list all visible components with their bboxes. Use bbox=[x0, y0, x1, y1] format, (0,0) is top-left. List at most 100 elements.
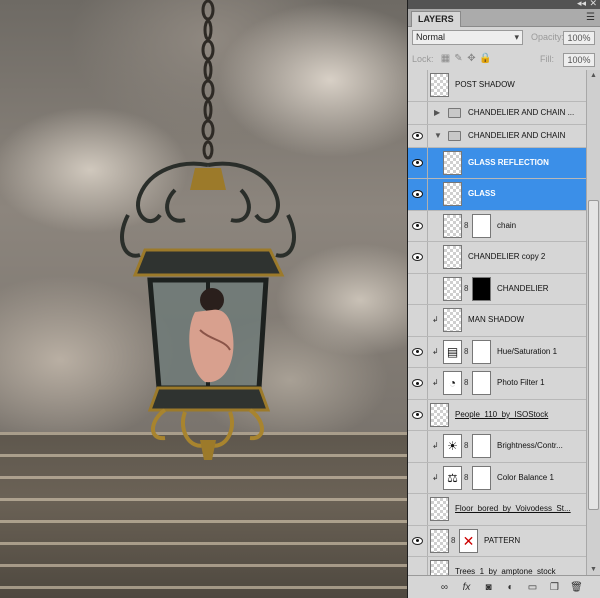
layer-photo-filter-1[interactable]: ↲ ◔ 8 Photo Filter 1 bbox=[408, 368, 586, 400]
visibility-toggle[interactable] bbox=[408, 147, 428, 178]
chandelier-artwork bbox=[120, 0, 296, 460]
document-canvas[interactable] bbox=[0, 0, 407, 598]
visibility-toggle[interactable] bbox=[408, 179, 428, 210]
lock-paint-icon[interactable]: ✎ bbox=[453, 53, 464, 64]
layer-glass[interactable]: GLASS bbox=[408, 179, 586, 211]
layer-thumbnail bbox=[430, 402, 449, 427]
layer-pattern[interactable]: 8 ✕ PATTERN bbox=[408, 525, 586, 557]
layers-list: POST SHADOW ▶ CHANDELIER AND CHAIN ... ▼… bbox=[408, 70, 586, 575]
visibility-toggle[interactable] bbox=[408, 305, 428, 336]
layer-people[interactable]: People_110_by_ISOStock bbox=[408, 399, 586, 431]
layers-panel: ◂◂ ✕ LAYERS ☰ Normal ▾ Opacity: 100% Loc… bbox=[407, 0, 600, 598]
trash-icon[interactable]: 🗑 bbox=[570, 581, 583, 594]
panel-title-strip: ◂◂ ✕ bbox=[408, 0, 600, 9]
visibility-toggle[interactable] bbox=[408, 101, 428, 124]
visibility-toggle[interactable] bbox=[408, 557, 428, 575]
tab-layers[interactable]: LAYERS bbox=[411, 11, 461, 27]
layer-mask-thumbnail[interactable] bbox=[472, 276, 491, 301]
collapse-arrow-icon[interactable]: ▼ bbox=[434, 131, 442, 140]
layers-footer: ∞ fx ◙ ◐ ▭ ❐ 🗑 bbox=[408, 575, 600, 598]
brightness-contrast-icon: ☀ bbox=[443, 434, 462, 459]
layer-brightness-contrast[interactable]: ↲ ☀ 8 Brightness/Contr... bbox=[408, 431, 586, 463]
visibility-toggle[interactable] bbox=[408, 124, 428, 147]
visibility-toggle[interactable] bbox=[408, 70, 428, 101]
fx-icon[interactable]: fx bbox=[460, 581, 473, 594]
layer-group-collapsed[interactable]: ▶ CHANDELIER AND CHAIN ... bbox=[408, 101, 586, 125]
layer-chain[interactable]: 8 chain bbox=[408, 210, 586, 242]
eye-icon bbox=[412, 347, 423, 356]
eye-icon bbox=[412, 536, 423, 545]
layer-floor[interactable]: Floor_bored_by_Voivodess_St... bbox=[408, 494, 586, 526]
layer-mask-thumbnail[interactable] bbox=[472, 434, 491, 459]
adjustment-layer-icon[interactable]: ◐ bbox=[504, 581, 517, 594]
lock-transparency-icon[interactable]: ▦ bbox=[440, 53, 451, 64]
visibility-toggle[interactable] bbox=[408, 368, 428, 399]
clipping-arrow-icon: ↲ bbox=[432, 441, 439, 451]
mask-link-icon[interactable]: 8 bbox=[451, 536, 455, 545]
panel-menu-icon[interactable]: ☰ bbox=[586, 12, 595, 23]
scroll-down-icon[interactable]: ▼ bbox=[590, 566, 597, 573]
layer-chandelier-copy-2[interactable]: CHANDELIER copy 2 bbox=[408, 242, 586, 274]
layer-trees[interactable]: Trees_1_by_amptone_stock bbox=[408, 557, 586, 575]
eye-icon bbox=[412, 158, 423, 167]
layer-name: Color Balance 1 bbox=[497, 472, 554, 482]
layer-name: GLASS REFLECTION bbox=[468, 157, 549, 167]
layer-man-shadow[interactable]: ↲ MAN SHADOW bbox=[408, 305, 586, 337]
mask-link-icon[interactable]: 8 bbox=[464, 441, 468, 450]
layer-chandelier[interactable]: 8 CHANDELIER bbox=[408, 273, 586, 305]
scrollbar-thumb[interactable] bbox=[588, 200, 599, 510]
disabled-mask-icon[interactable]: ✕ bbox=[459, 528, 478, 553]
lock-position-icon[interactable]: ✥ bbox=[466, 53, 477, 64]
layer-hue-saturation-1[interactable]: ↲ ▤ 8 Hue/Saturation 1 bbox=[408, 336, 586, 368]
add-mask-icon[interactable]: ◙ bbox=[482, 581, 495, 594]
mask-link-icon[interactable]: 8 bbox=[464, 221, 468, 230]
mask-link-icon[interactable]: 8 bbox=[464, 284, 468, 293]
layer-thumbnail bbox=[443, 182, 462, 207]
layer-mask-thumbnail[interactable] bbox=[472, 371, 491, 396]
clipping-arrow-icon: ↲ bbox=[432, 315, 439, 325]
eye-icon bbox=[412, 190, 423, 199]
link-layers-icon[interactable]: ∞ bbox=[438, 581, 451, 594]
collapse-panel-icon[interactable]: ◂◂ bbox=[577, 0, 586, 9]
visibility-toggle[interactable] bbox=[408, 242, 428, 273]
layer-name: MAN SHADOW bbox=[468, 315, 524, 325]
photo-filter-icon: ◔ bbox=[443, 371, 462, 396]
visibility-toggle[interactable] bbox=[408, 494, 428, 525]
layer-mask-thumbnail[interactable] bbox=[472, 213, 491, 238]
layer-name: CHANDELIER AND CHAIN bbox=[468, 130, 566, 140]
visibility-toggle[interactable] bbox=[408, 273, 428, 304]
visibility-toggle[interactable] bbox=[408, 336, 428, 367]
layer-name: Photo Filter 1 bbox=[497, 378, 545, 388]
blend-opacity-row: Normal ▾ Opacity: 100% bbox=[408, 27, 600, 49]
new-layer-icon[interactable]: ❐ bbox=[548, 581, 561, 594]
mask-link-icon[interactable]: 8 bbox=[464, 378, 468, 387]
lock-all-icon[interactable]: 🔒 bbox=[479, 53, 491, 64]
layer-name: Floor_bored_by_Voivodess_St... bbox=[455, 504, 571, 514]
eye-icon bbox=[412, 131, 423, 140]
layer-color-balance-1[interactable]: ↲ ⚖ 8 Color Balance 1 bbox=[408, 462, 586, 494]
visibility-toggle[interactable] bbox=[408, 210, 428, 241]
panel-tabbar: LAYERS ☰ bbox=[408, 9, 600, 27]
layers-scrollbar[interactable]: ▲ ▼ bbox=[586, 70, 600, 575]
scroll-up-icon[interactable]: ▲ bbox=[590, 72, 597, 79]
visibility-toggle[interactable] bbox=[408, 462, 428, 493]
mask-link-icon[interactable]: 8 bbox=[464, 473, 468, 482]
expand-arrow-icon[interactable]: ▶ bbox=[434, 108, 440, 117]
layer-glass-reflection[interactable]: GLASS REFLECTION bbox=[408, 147, 586, 179]
mask-link-icon[interactable]: 8 bbox=[464, 347, 468, 356]
layer-mask-thumbnail[interactable] bbox=[472, 465, 491, 490]
layer-thumbnail bbox=[430, 528, 449, 553]
lock-label: Lock: bbox=[412, 54, 434, 64]
color-balance-icon: ⚖ bbox=[443, 465, 462, 490]
blend-mode-select[interactable]: Normal ▾ bbox=[412, 30, 523, 45]
fill-field[interactable]: 100% bbox=[563, 53, 595, 67]
opacity-field[interactable]: 100% bbox=[563, 31, 595, 45]
layer-post-shadow[interactable]: POST SHADOW bbox=[408, 70, 586, 102]
visibility-toggle[interactable] bbox=[408, 431, 428, 462]
layer-group-expanded[interactable]: ▼ CHANDELIER AND CHAIN bbox=[408, 124, 586, 148]
layer-mask-thumbnail[interactable] bbox=[472, 339, 491, 364]
visibility-toggle[interactable] bbox=[408, 525, 428, 556]
new-group-icon[interactable]: ▭ bbox=[526, 581, 539, 594]
visibility-toggle[interactable] bbox=[408, 399, 428, 430]
close-panel-icon[interactable]: ✕ bbox=[589, 0, 597, 9]
